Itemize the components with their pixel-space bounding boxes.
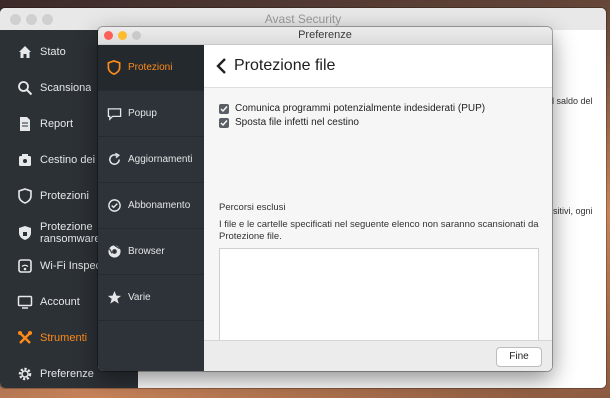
pref-tab-aggiornamenti[interactable]: Aggiornamenti <box>98 137 204 183</box>
pref-tab-browser[interactable]: Browser <box>98 229 204 275</box>
pref-tab-label: Protezioni <box>128 62 173 73</box>
sidebar-item-label: Stato <box>40 46 66 58</box>
back-button[interactable] <box>212 55 230 77</box>
sidebar-item-label: Wi-Fi Inspect <box>40 260 105 272</box>
checkmark-icon <box>220 105 228 112</box>
checkbox-report-pup[interactable]: Comunica programmi potenzialmente indesi… <box>219 103 485 114</box>
page-title: Protezione file <box>234 57 336 74</box>
browser-icon <box>106 244 122 260</box>
preferences-titlebar: Preferenze <box>98 27 552 45</box>
preferences-footer: Fine <box>204 340 552 371</box>
wifi-icon <box>16 257 34 275</box>
shield-icon <box>16 187 34 205</box>
account-icon <box>16 293 34 311</box>
checkbox-move-infected[interactable]: Sposta file infetti nel cestino <box>219 117 359 128</box>
pref-tab-popup[interactable]: Popup <box>98 91 204 137</box>
checkbox-checked[interactable] <box>219 117 229 128</box>
pref-tab-abbonamento[interactable]: Abbonamento <box>98 183 204 229</box>
sidebar-item-label: Preferenze <box>40 368 94 380</box>
sidebar-item-label: Scansiona <box>40 82 92 94</box>
tools-icon <box>16 329 34 347</box>
background-text: sitivi, ogni <box>553 206 593 216</box>
document-icon <box>16 115 34 133</box>
sidebar-item-label: Protezioni <box>40 190 89 202</box>
background-text: il saldo del <box>550 96 593 106</box>
star-icon <box>106 290 122 306</box>
checkmark-icon <box>220 119 228 126</box>
checkbox-checked[interactable] <box>219 103 229 114</box>
shield-icon <box>106 60 122 76</box>
preferences-content: Protezione file Comunica programmi poten… <box>204 45 552 371</box>
pref-tab-label: Browser <box>128 246 165 257</box>
subscription-icon <box>106 198 122 214</box>
checkbox-label: Sposta file infetti nel cestino <box>235 117 359 128</box>
home-icon <box>16 43 34 61</box>
main-window-title: Avast Security <box>264 12 342 26</box>
pref-tab-varie[interactable]: Varie <box>98 275 204 321</box>
excluded-paths-title: Percorsi esclusi <box>219 202 286 213</box>
sidebar-item-label: Report <box>40 118 74 130</box>
excluded-paths-description: I file e le cartelle specificati nel seg… <box>219 219 539 242</box>
done-button[interactable]: Fine <box>496 347 542 367</box>
popup-icon <box>106 106 122 122</box>
preferences-window: Preferenze Protezioni Popup Aggiornament… <box>98 27 552 371</box>
sidebar-item-label: Cestino dei vi <box>40 154 107 166</box>
ransomware-shield-icon <box>16 224 34 242</box>
trash-icon <box>16 151 34 169</box>
pref-tab-label: Abbonamento <box>128 200 191 211</box>
sidebar-item-label: Strumenti <box>40 332 88 344</box>
preferences-sidebar: Protezioni Popup Aggiornamenti Abbonamen… <box>98 45 204 371</box>
pref-tab-label: Aggiornamenti <box>128 154 193 165</box>
pref-tab-label: Popup <box>128 108 157 119</box>
search-icon <box>16 79 34 97</box>
preferences-header: Protezione file <box>204 45 552 88</box>
preferences-title: Preferenze <box>298 29 352 41</box>
gear-icon <box>16 365 34 383</box>
checkbox-label: Comunica programmi potenzialmente indesi… <box>235 103 486 114</box>
update-icon <box>106 152 122 168</box>
sidebar-item-label: Account <box>40 296 80 308</box>
pref-tab-label: Varie <box>128 292 151 303</box>
chevron-left-icon <box>216 58 226 74</box>
pref-tab-protezioni[interactable]: Protezioni <box>98 45 204 91</box>
